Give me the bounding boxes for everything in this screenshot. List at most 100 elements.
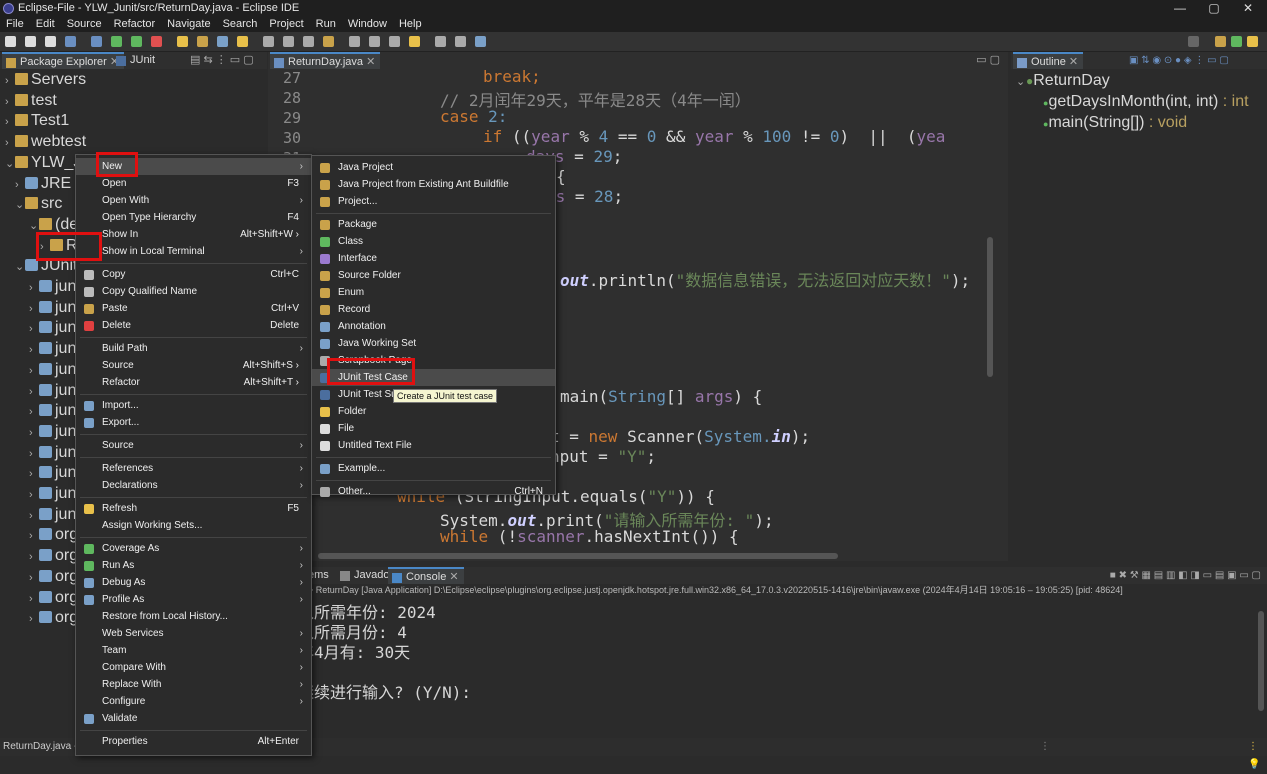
- console-vertical-scrollbar[interactable]: [1258, 611, 1264, 711]
- chevron-right-icon[interactable]: ›: [29, 526, 39, 546]
- perspective-icon[interactable]: [1231, 36, 1242, 47]
- tab-package-explorer[interactable]: Package Explorer ✕: [2, 52, 125, 69]
- menu-item-file[interactable]: File: [312, 420, 555, 437]
- toolbar-icon[interactable]: [303, 36, 314, 47]
- chevron-right-icon[interactable]: ›: [29, 589, 39, 609]
- menu-refactor[interactable]: Refactor: [108, 17, 162, 31]
- outline-class[interactable]: ⌄●ReturnDay: [1016, 71, 1110, 92]
- toolbar-icon[interactable]: [237, 36, 248, 47]
- menu-item-source[interactable]: Source Alt+Shift+S ›: [76, 357, 311, 374]
- chevron-right-icon[interactable]: ›: [5, 71, 15, 91]
- editor-horizontal-scrollbar[interactable]: [318, 553, 838, 559]
- chevron-right-icon[interactable]: ›: [5, 112, 15, 132]
- menu-help[interactable]: Help: [393, 17, 428, 31]
- outline-method[interactable]: ●main(String[]) : void: [1043, 113, 1187, 134]
- menu-item-delete[interactable]: Delete Delete: [76, 317, 311, 334]
- chevron-right-icon[interactable]: ›: [29, 485, 39, 505]
- chevron-right-icon[interactable]: ›: [29, 402, 39, 422]
- menu-item-assign-working-sets[interactable]: Assign Working Sets...: [76, 517, 311, 534]
- tree-item[interactable]: › Test1: [5, 111, 69, 132]
- maximize-button[interactable]: ▢: [1200, 0, 1228, 17]
- menu-item-source-folder[interactable]: Source Folder: [312, 267, 555, 284]
- chevron-right-icon[interactable]: ›: [5, 133, 15, 153]
- tree-item[interactable]: › jun: [29, 422, 76, 443]
- tree-item[interactable]: › jun: [29, 505, 76, 526]
- menu-edit[interactable]: Edit: [30, 17, 61, 31]
- toolbar-icon[interactable]: [369, 36, 380, 47]
- search-icon[interactable]: [1188, 36, 1199, 47]
- menu-item-java-project-from-existing-ant-buildfile[interactable]: Java Project from Existing Ant Buildfile: [312, 176, 555, 193]
- toolbar-icon[interactable]: [263, 36, 274, 47]
- chevron-right-icon[interactable]: ›: [29, 319, 39, 339]
- menu-item-source[interactable]: Source ›: [76, 437, 311, 454]
- menu-item-compare-with[interactable]: Compare With ›: [76, 659, 311, 676]
- menu-item-annotation[interactable]: Annotation: [312, 318, 555, 335]
- toolbar-icon[interactable]: [409, 36, 420, 47]
- menu-item-coverage-as[interactable]: Coverage As ›: [76, 540, 311, 557]
- outline-toolbar-icons[interactable]: ▣ ⇅ ◉ ⊙ ● ◈ ⋮ ▭ ▢: [1129, 52, 1229, 69]
- toolbar-icon[interactable]: [151, 36, 162, 47]
- toolbar-icon[interactable]: [65, 36, 76, 47]
- chevron-down-icon[interactable]: ⌄: [15, 195, 25, 215]
- toolbar-icon[interactable]: [455, 36, 466, 47]
- toolbar-icon[interactable]: [349, 36, 360, 47]
- chevron-right-icon[interactable]: ›: [29, 444, 39, 464]
- editor-min-max-icon[interactable]: ▭ ▢: [976, 52, 1000, 69]
- menu-item-other[interactable]: Other... Ctrl+N: [312, 483, 555, 500]
- menu-item-folder[interactable]: Folder: [312, 403, 555, 420]
- menu-item-declarations[interactable]: Declarations ›: [76, 477, 311, 494]
- menu-item-replace-with[interactable]: Replace With ›: [76, 676, 311, 693]
- menu-source[interactable]: Source: [61, 17, 108, 31]
- console-output[interactable]: 入所需年份: 2024 入所需月份: 4 年4月有: 30天 继续进行输入? (…: [268, 597, 1267, 730]
- menu-item-paste[interactable]: Paste Ctrl+V: [76, 300, 311, 317]
- menu-item-project[interactable]: Project...: [312, 193, 555, 210]
- menu-search[interactable]: Search: [217, 17, 264, 31]
- menu-item-open-type-hierarchy[interactable]: Open Type Hierarchy F4: [76, 209, 311, 226]
- chevron-right-icon[interactable]: ›: [5, 92, 15, 112]
- tree-item[interactable]: › jun: [29, 318, 76, 339]
- close-icon[interactable]: ✕: [366, 56, 375, 68]
- tab-junit[interactable]: JUnit: [112, 52, 160, 69]
- tree-item[interactable]: › jun: [29, 484, 76, 505]
- menu-item-refactor[interactable]: Refactor Alt+Shift+T ›: [76, 374, 311, 391]
- tree-item[interactable]: › org: [29, 567, 78, 588]
- menu-item-untitled-text-file[interactable]: Untitled Text File: [312, 437, 555, 454]
- toolbar-icon[interactable]: [45, 36, 56, 47]
- menu-item-references[interactable]: References ›: [76, 460, 311, 477]
- tree-item[interactable]: › Servers: [5, 70, 86, 91]
- menu-item-profile-as[interactable]: Profile As ›: [76, 591, 311, 608]
- perspective-icon[interactable]: [1215, 36, 1226, 47]
- chevron-right-icon[interactable]: ›: [29, 299, 39, 319]
- menu-item-web-services[interactable]: Web Services ›: [76, 625, 311, 642]
- tree-item[interactable]: › test: [5, 91, 57, 112]
- chevron-right-icon[interactable]: ›: [29, 609, 39, 629]
- menu-item-open-with[interactable]: Open With ›: [76, 192, 311, 209]
- menu-item-class[interactable]: Class: [312, 233, 555, 250]
- toolbar-icon[interactable]: [91, 36, 102, 47]
- close-button[interactable]: ✕: [1234, 0, 1262, 17]
- chevron-right-icon[interactable]: ›: [29, 568, 39, 588]
- menu-item-build-path[interactable]: Build Path ›: [76, 340, 311, 357]
- tree-item[interactable]: › jun: [29, 401, 76, 422]
- chevron-right-icon[interactable]: ›: [29, 278, 39, 298]
- chevron-right-icon[interactable]: ›: [29, 382, 39, 402]
- menu-item-copy[interactable]: Copy Ctrl+C: [76, 266, 311, 283]
- chevron-right-icon[interactable]: ›: [29, 361, 39, 381]
- toolbar-icon[interactable]: [111, 36, 122, 47]
- tree-item[interactable]: › org: [29, 608, 78, 629]
- toolbar-icon[interactable]: [5, 36, 16, 47]
- menu-item-example[interactable]: Example...: [312, 460, 555, 477]
- menu-item-restore-from-local-history[interactable]: Restore from Local History...: [76, 608, 311, 625]
- menu-item-enum[interactable]: Enum: [312, 284, 555, 301]
- menu-item-import[interactable]: Import...: [76, 397, 311, 414]
- tree-item[interactable]: › jun: [29, 339, 76, 360]
- tree-item[interactable]: › jun: [29, 277, 76, 298]
- toolbar-icon[interactable]: [217, 36, 228, 47]
- menu-project[interactable]: Project: [263, 17, 309, 31]
- menu-item-package[interactable]: Package: [312, 216, 555, 233]
- close-icon[interactable]: ✕: [1069, 56, 1078, 68]
- menu-window[interactable]: Window: [342, 17, 393, 31]
- menu-run[interactable]: Run: [310, 17, 342, 31]
- tab-returnday-java[interactable]: ReturnDay.java ✕: [270, 52, 381, 69]
- menu-item-open[interactable]: Open F3: [76, 175, 311, 192]
